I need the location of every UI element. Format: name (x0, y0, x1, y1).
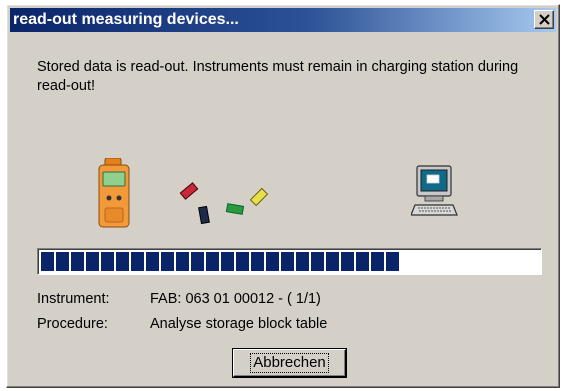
data-transfer-icon (179, 182, 269, 225)
progress-bar (37, 248, 542, 275)
cancel-button-label: Abbrechen (250, 353, 329, 373)
window-title: read-out measuring devices... (13, 11, 239, 28)
close-button[interactable] (534, 10, 554, 29)
instrument-label: Instrument: (37, 291, 110, 307)
title-bar[interactable]: read-out measuring devices... (10, 8, 556, 32)
progress-fill (41, 252, 399, 271)
computer-icon (411, 165, 458, 216)
procedure-label: Procedure: (37, 316, 108, 332)
cancel-button[interactable]: Abbrechen (233, 349, 346, 377)
gas-detector-icon (98, 158, 130, 228)
procedure-value: Analyse storage block table (150, 316, 328, 332)
instrument-value: FAB: 063 01 00012 - ( 1/1) (150, 291, 321, 307)
read-out-dialog: read-out measuring devices... Stored dat… (6, 4, 560, 388)
status-message: Stored data is read-out. Instruments mus… (37, 59, 519, 94)
close-icon (539, 14, 550, 25)
